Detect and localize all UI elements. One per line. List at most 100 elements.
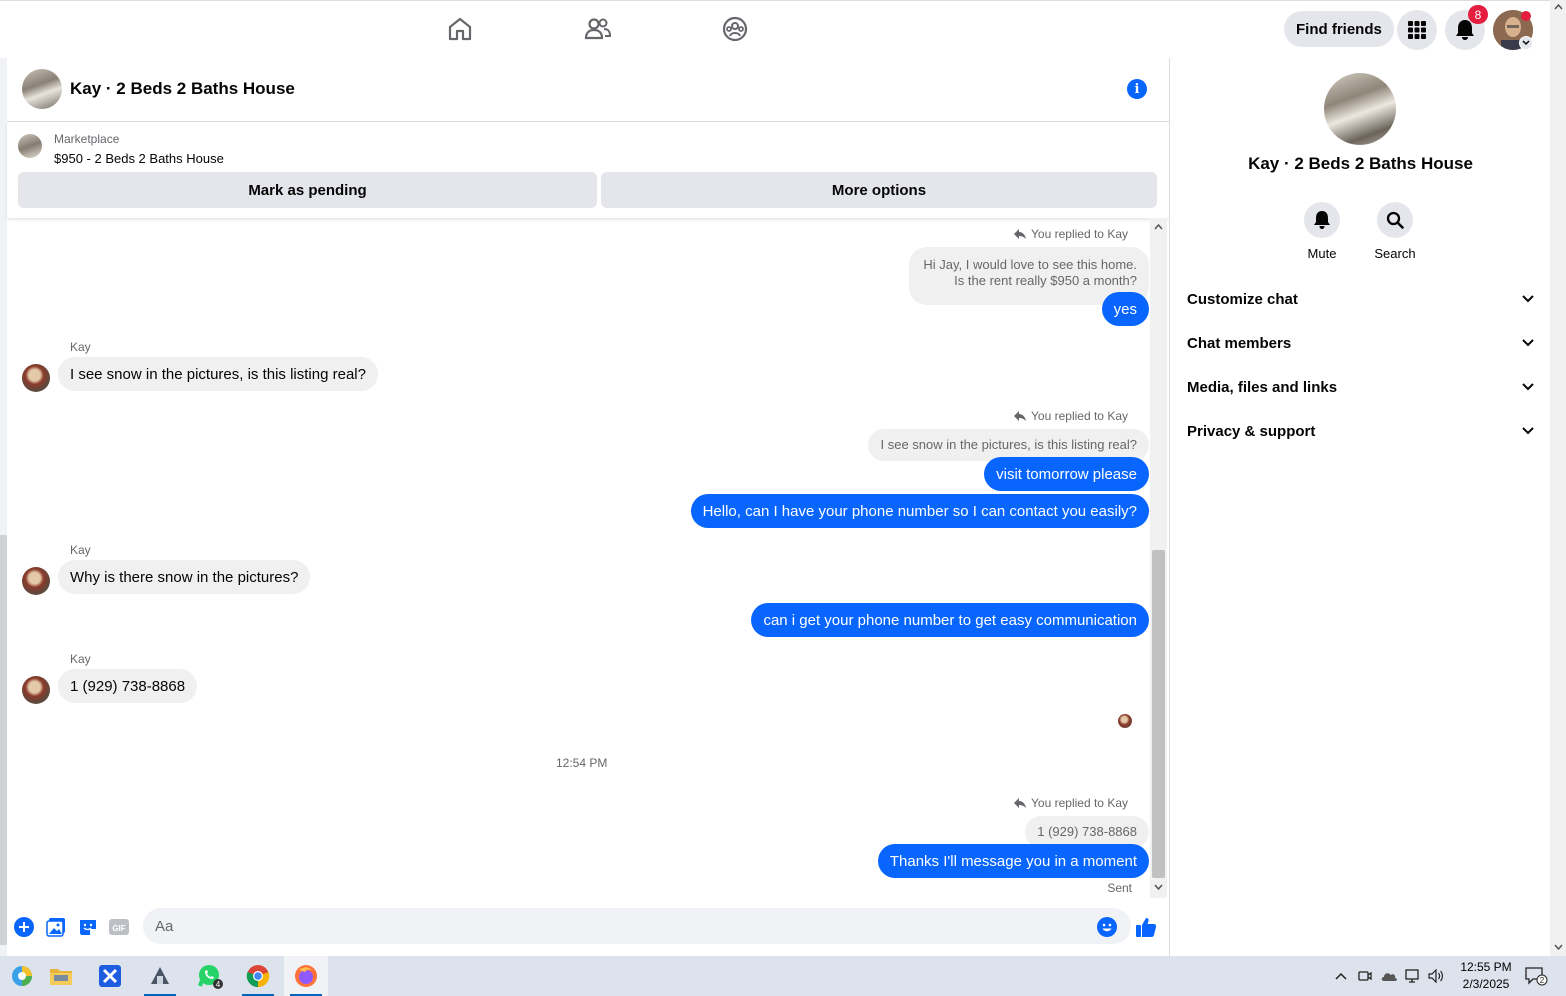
find-friends-button[interactable]: Find friends: [1284, 11, 1394, 47]
quoted-text-line: Hi Jay, I would love to see this home.: [923, 257, 1137, 272]
start-app-icon[interactable]: [0, 956, 44, 996]
mute-label: Mute: [1307, 246, 1337, 261]
chat-avatar[interactable]: [22, 69, 62, 109]
conversation-title[interactable]: Kay · 2 Beds 2 Baths House: [1170, 154, 1551, 174]
reply-arrow-icon: [1014, 798, 1027, 808]
bell-icon[interactable]: [1304, 202, 1340, 238]
like-thumb-icon[interactable]: [1135, 916, 1157, 938]
scroll-down-icon[interactable]: [1554, 944, 1563, 950]
message-thread: You replied to Kay Hi Jay, I would love …: [7, 218, 1150, 898]
more-options-button[interactable]: More options: [601, 172, 1157, 208]
media-files-links-row[interactable]: Media, files and links: [1170, 365, 1551, 409]
meet-now-icon[interactable]: [1356, 966, 1374, 986]
chat-title[interactable]: Kay · 2 Beds 2 Baths House: [70, 79, 295, 99]
sent-message-bubble[interactable]: Thanks I'll message you in a moment: [877, 844, 1149, 878]
quoted-text-line: Is the rent really $950 a month?: [954, 273, 1137, 288]
search-label: Search: [1374, 246, 1416, 261]
clock-date: 2/3/2025: [1462, 977, 1510, 991]
reply-indicator: You replied to Kay: [1013, 227, 1128, 241]
sent-message-bubble[interactable]: yes: [1101, 292, 1149, 326]
messages-scrollbar[interactable]: [1150, 218, 1167, 898]
volume-icon[interactable]: [1427, 966, 1445, 986]
mute-button[interactable]: Mute: [1292, 202, 1352, 261]
chrome-icon[interactable]: [236, 956, 280, 996]
friends-icon[interactable]: [584, 15, 612, 43]
plus-icon[interactable]: [13, 916, 35, 938]
profile-alert-dot: [1521, 11, 1531, 21]
clock-time: 12:55 PM: [1460, 960, 1512, 974]
onedrive-cloud-icon[interactable]: [1379, 966, 1399, 986]
reply-label: You replied to Kay: [1031, 227, 1128, 241]
row-label: Media, files and links: [1187, 378, 1338, 396]
row-label: Customize chat: [1187, 290, 1298, 308]
listing-thumbnail[interactable]: [18, 134, 42, 158]
sender-avatar[interactable]: [22, 676, 50, 704]
chevron-down-icon: [1522, 295, 1534, 303]
scroll-up-icon[interactable]: [1150, 220, 1167, 234]
page-scrollbar[interactable]: [1550, 0, 1566, 956]
received-message-bubble[interactable]: Why is there snow in the pictures?: [58, 560, 311, 594]
scroll-up-icon[interactable]: [1554, 4, 1563, 10]
sent-status: Sent: [1107, 881, 1132, 895]
whatsapp-icon[interactable]: 4: [188, 956, 232, 996]
app-icon-blue[interactable]: [88, 956, 132, 996]
message-input[interactable]: [143, 908, 1131, 944]
top-navigation-bar: Find friends 8: [0, 0, 1550, 58]
reply-indicator: You replied to Kay: [1013, 409, 1128, 423]
sender-name: Kay: [70, 340, 91, 354]
received-message-bubble[interactable]: I see snow in the pictures, is this list…: [58, 357, 378, 391]
marketplace-listing-bar: Marketplace $950 - 2 Beds 2 Baths House …: [7, 122, 1169, 218]
mark-as-pending-button[interactable]: Mark as pending: [18, 172, 597, 208]
reply-indicator: You replied to Kay: [1013, 796, 1128, 810]
network-icon[interactable]: [1404, 966, 1422, 986]
conversation-info-panel: Kay · 2 Beds 2 Baths House Mute Search C…: [1169, 58, 1550, 956]
sticker-icon[interactable]: [77, 916, 99, 938]
marketplace-label: Marketplace: [54, 132, 120, 146]
groups-icon[interactable]: [721, 15, 749, 43]
conversation-avatar[interactable]: [1324, 73, 1396, 145]
home-icon[interactable]: [446, 15, 474, 43]
taskbar-clock[interactable]: 12:55 PM 2/3/2025: [1455, 959, 1517, 993]
sent-message-bubble[interactable]: Hello, can I have your phone number so I…: [690, 494, 1149, 528]
sent-message-bubble[interactable]: can i get your phone number to get easy …: [751, 603, 1149, 637]
chevron-down-icon: [1522, 383, 1534, 391]
gif-icon[interactable]: GIF: [108, 916, 130, 938]
message-timestamp: 12:54 PM: [556, 756, 608, 770]
row-label: Chat members: [1187, 334, 1292, 352]
sender-name: Kay: [70, 652, 91, 666]
search-button[interactable]: Search: [1365, 202, 1425, 261]
reply-label: You replied to Kay: [1031, 796, 1128, 810]
menu-grid-icon[interactable]: [1397, 10, 1437, 50]
emoji-icon[interactable]: [1096, 916, 1118, 938]
received-message-bubble[interactable]: 1 (929) 738-8868: [58, 669, 198, 703]
row-label: Privacy & support: [1187, 422, 1316, 440]
sender-avatar[interactable]: [22, 364, 50, 392]
privacy-support-row[interactable]: Privacy & support: [1170, 409, 1551, 453]
left-scrollbar-thumb[interactable]: [0, 535, 7, 945]
search-icon[interactable]: [1377, 202, 1413, 238]
sender-name: Kay: [70, 543, 91, 557]
show-hidden-icons-icon[interactable]: [1333, 966, 1349, 986]
customize-chat-row[interactable]: Customize chat: [1170, 277, 1551, 321]
chat-members-row[interactable]: Chat members: [1170, 321, 1551, 365]
sender-avatar[interactable]: [22, 567, 50, 595]
reply-arrow-icon: [1014, 411, 1027, 421]
listing-price[interactable]: $950 - 2 Beds 2 Baths House: [54, 151, 224, 166]
chevron-down-icon: [1522, 427, 1534, 435]
file-explorer-icon[interactable]: [39, 956, 83, 996]
messages-scrollbar-thumb[interactable]: [1152, 550, 1165, 878]
info-icon[interactable]: i: [1127, 79, 1147, 99]
firefox-icon[interactable]: [284, 956, 328, 996]
message-composer: GIF: [7, 898, 1169, 956]
sent-message-bubble[interactable]: visit tomorrow please: [984, 457, 1149, 491]
svg-text:GIF: GIF: [112, 924, 125, 933]
chat-header: Kay · 2 Beds 2 Baths House i: [7, 58, 1169, 122]
photo-icon[interactable]: [45, 916, 67, 938]
app-icon-tools[interactable]: [138, 956, 182, 996]
svg-text:2: 2: [1540, 976, 1545, 985]
svg-text:4: 4: [216, 980, 221, 989]
scroll-down-icon[interactable]: [1150, 880, 1167, 894]
action-center-icon[interactable]: 2: [1522, 966, 1550, 986]
windows-taskbar: 4 12:55 PM 2/3/2025 2: [0, 956, 1566, 996]
chevron-down-icon[interactable]: [1519, 36, 1533, 50]
